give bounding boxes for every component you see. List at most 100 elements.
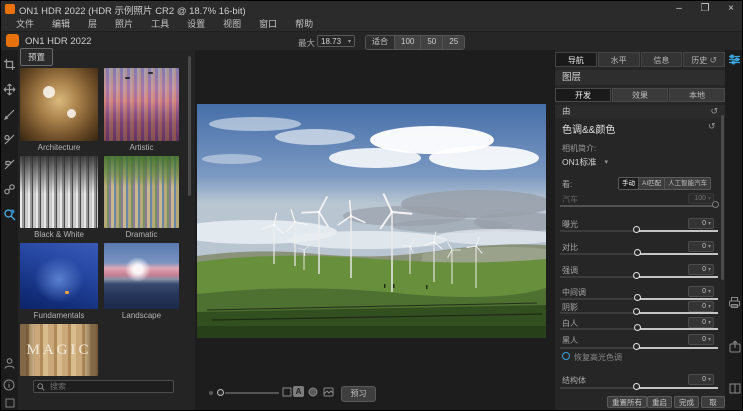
zoom-value-dropdown[interactable]: 18.73 ▾	[317, 35, 355, 47]
slider-track-midtones[interactable]	[560, 298, 718, 300]
preset-thumb-black-white[interactable]	[20, 156, 98, 228]
preset-thumb-landscape[interactable]	[104, 243, 179, 309]
soft-proof-icon[interactable]	[308, 387, 318, 397]
preset-caption: Architecture	[20, 143, 98, 152]
zoom-tool-icon[interactable]	[3, 208, 16, 221]
tone-mode-ai-auto[interactable]: 人工智能汽车	[665, 178, 710, 189]
slider-track-whites[interactable]	[560, 328, 718, 330]
adjustments-icon[interactable]	[728, 53, 741, 66]
slider-track-exposure[interactable]	[560, 230, 718, 232]
menu-tools[interactable]: 工具	[142, 17, 178, 32]
print-icon[interactable]	[728, 296, 741, 309]
masking-bug-icon[interactable]	[3, 133, 16, 146]
slider-value-contrast[interactable]: 0▾	[688, 241, 714, 252]
account-icon[interactable]	[3, 357, 16, 370]
preview-button[interactable]: 预习	[341, 386, 376, 402]
minimize-button[interactable]: –	[666, 1, 692, 17]
preset-thumb-artistic[interactable]	[104, 68, 179, 141]
zoom-100-button[interactable]: 100	[395, 36, 421, 49]
menu-file[interactable]: 文件	[7, 17, 43, 32]
tab-history[interactable]: 历史 ↺	[683, 52, 725, 67]
view-mode-icon[interactable]	[323, 387, 334, 397]
tab-levels[interactable]: 水平	[598, 52, 640, 67]
slider-value-structure[interactable]: 0▾	[688, 374, 714, 385]
tone-color-reset-icon[interactable]: ↺	[708, 121, 716, 132]
right-rail	[725, 50, 743, 411]
reset-all-button[interactable]: 重置所有	[607, 396, 647, 408]
tab-navigator[interactable]: 导航	[555, 52, 597, 67]
tab-develop[interactable]: 开发	[555, 88, 611, 102]
reset-button[interactable]: 重启	[647, 396, 672, 408]
masking-brush-icon[interactable]	[3, 108, 16, 121]
chevron-down-icon: ▾	[708, 266, 711, 273]
move-tool-icon[interactable]	[3, 83, 16, 96]
chevron-down-icon: ▾	[708, 195, 711, 202]
canvas-photo[interactable]	[197, 104, 546, 338]
slider-track-highlights[interactable]	[560, 276, 718, 278]
preset-thumb-architecture[interactable]	[20, 68, 98, 141]
menu-view[interactable]: 视图	[214, 17, 250, 32]
slider-value-midtones[interactable]: 0▾	[688, 286, 714, 297]
canvas-zoom-track[interactable]	[225, 392, 279, 394]
panel-scrollbar[interactable]	[721, 115, 724, 280]
pane-reset-icon[interactable]: ↺	[710, 105, 718, 118]
on1-logo-icon	[6, 34, 19, 47]
done-button[interactable]: 完成	[674, 396, 699, 408]
tab-effects[interactable]: 效果	[612, 88, 668, 102]
layers-header[interactable]: 图层	[555, 70, 725, 85]
slider-value-highlights[interactable]: 0▾	[688, 264, 714, 275]
compare-view-icon[interactable]	[282, 387, 292, 397]
maximize-button[interactable]: ❐	[692, 1, 718, 17]
preset-thumb-magic[interactable]: MAGIC	[20, 324, 98, 376]
tone-mode-manual[interactable]: 手动	[619, 178, 639, 189]
preset-caption: Black & White	[20, 230, 98, 239]
crop-tool-icon[interactable]	[3, 58, 16, 71]
menu-window[interactable]: 窗口	[250, 17, 286, 32]
preset-thumb-dramatic[interactable]	[104, 156, 179, 228]
tab-info[interactable]: 信息	[641, 52, 683, 67]
canvas-zoom-handle[interactable]	[217, 389, 224, 396]
zoom-fit-button[interactable]: 适合	[366, 36, 395, 49]
slider-value-blacks[interactable]: 0▾	[688, 334, 714, 345]
chevron-down-icon: ▾	[604, 158, 608, 166]
zoom-out-dot-icon[interactable]	[209, 391, 213, 395]
presets-tab[interactable]: 预置	[20, 48, 53, 66]
slider-value-exposure[interactable]: 0▾	[688, 218, 714, 229]
slider-track-blacks[interactable]	[560, 347, 718, 349]
perfect-brush-icon[interactable]	[3, 158, 16, 171]
camera-profile-dropdown[interactable]: ON1标准 ▾	[562, 156, 608, 168]
highlight-option-radio[interactable]	[562, 352, 570, 360]
retouch-tool-icon[interactable]	[3, 183, 16, 196]
zoom-50-button[interactable]: 50	[421, 36, 443, 49]
menu-layer[interactable]: 层	[79, 17, 106, 32]
original-view-icon[interactable]: A	[293, 386, 304, 397]
export-icon[interactable]	[729, 340, 741, 353]
split-view-icon[interactable]	[729, 383, 741, 394]
slider-handle	[634, 324, 641, 331]
cancel-button[interactable]: 取消	[701, 396, 725, 408]
chevron-down-icon: ▾	[708, 220, 711, 227]
slider-value-whites[interactable]: 0▾	[688, 317, 714, 328]
browse-module-icon[interactable]	[5, 398, 18, 411]
tone-color-title[interactable]: 色调&&颜色	[562, 121, 615, 136]
close-button[interactable]: ×	[718, 1, 743, 17]
slider-label-contrast: 对比	[562, 242, 578, 253]
slider-track-structure[interactable]	[560, 387, 718, 389]
undo-icon[interactable]: ↺	[709, 55, 717, 65]
tab-local[interactable]: 本地	[669, 88, 725, 102]
slider-value-shadows[interactable]: 0▾	[688, 301, 714, 312]
search-input[interactable]	[48, 381, 170, 392]
chevron-down-icon: ▾	[708, 288, 711, 295]
tone-mode-ai-match[interactable]: AI匹配	[639, 178, 665, 189]
presets-scrollbar[interactable]	[188, 56, 191, 196]
slider-track-contrast[interactable]	[560, 253, 718, 255]
preset-thumb-fundamentals[interactable]	[20, 243, 98, 309]
collapsed-pane-header[interactable]: 由 ↺	[555, 105, 725, 118]
zoom-25-button[interactable]: 25	[443, 36, 464, 49]
info-icon[interactable]	[3, 379, 16, 392]
menu-help[interactable]: 帮助	[286, 17, 322, 32]
menu-photo[interactable]: 照片	[106, 17, 142, 32]
menu-settings[interactable]: 设置	[178, 17, 214, 32]
menu-edit[interactable]: 编辑	[43, 17, 79, 32]
slider-track-shadows[interactable]	[560, 312, 718, 314]
